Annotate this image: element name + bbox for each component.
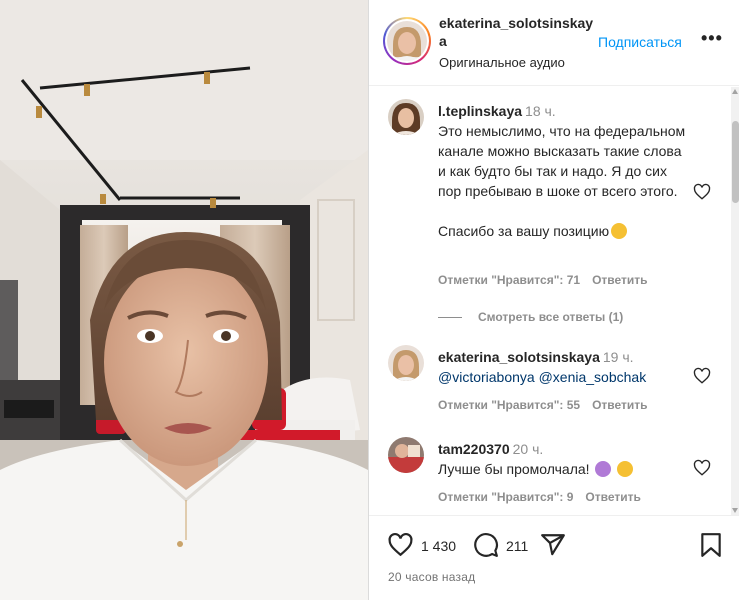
comment-time[interactable]: 20 ч. (513, 441, 544, 457)
comments-scrollbar[interactable] (731, 87, 739, 515)
mention-link[interactable]: @xenia_sobchak (539, 369, 647, 385)
author-username[interactable]: ekaterina_solotsinskaya (439, 14, 599, 50)
comment-likes[interactable]: Отметки "Нравится": 9 (438, 490, 573, 504)
comment-avatar[interactable] (388, 99, 424, 135)
follow-button[interactable]: Подписаться (598, 34, 682, 50)
post-side-panel: ekaterina_solotsinskaya Оригинальное ауд… (368, 0, 739, 600)
post-header: ekaterina_solotsinskaya Оригинальное ауд… (369, 0, 739, 86)
reel-video[interactable] (0, 0, 368, 600)
mention-link[interactable]: @victoriabonya (438, 369, 535, 385)
comments-count[interactable]: 211 (506, 538, 528, 554)
comment-likes[interactable]: Отметки "Нравится": 55 (438, 398, 580, 412)
comment-time[interactable]: 18 ч. (525, 103, 556, 119)
comment-text: Лучше бы промолчала! (438, 461, 590, 477)
reply-button[interactable]: Ответить (585, 490, 640, 504)
comment-username[interactable]: l.teplinskaya (438, 103, 522, 119)
replies-divider (438, 317, 462, 319)
like-comment-heart-icon[interactable] (693, 183, 711, 201)
scroll-up-arrow-icon[interactable] (732, 89, 738, 94)
bookmark-icon[interactable] (700, 532, 722, 558)
more-options-icon[interactable]: ••• (701, 28, 723, 49)
comment-time[interactable]: 19 ч. (603, 349, 634, 365)
comment-likes[interactable]: Отметки "Нравится": 71 (438, 273, 580, 287)
scrollbar-thumb[interactable] (732, 121, 739, 203)
comment-icon[interactable] (473, 532, 499, 558)
like-comment-heart-icon[interactable] (693, 459, 711, 477)
post-timestamp[interactable]: 20 часов назад (388, 570, 475, 584)
comment-avatar[interactable] (388, 437, 424, 473)
comment-username[interactable]: ekaterina_solotsinskaya (438, 349, 600, 365)
scroll-down-arrow-icon[interactable] (732, 508, 738, 513)
tears-of-joy-emoji-icon (617, 461, 634, 477)
like-comment-heart-icon[interactable] (693, 367, 711, 385)
see-all-replies-button[interactable]: Смотреть все ответы (1) (438, 310, 623, 324)
author-avatar[interactable] (383, 17, 431, 65)
comment-avatar[interactable] (388, 345, 424, 381)
share-icon[interactable] (540, 532, 566, 558)
comment-username[interactable]: tam220370 (438, 441, 510, 457)
reply-button[interactable]: Ответить (592, 398, 647, 412)
likes-count[interactable]: 1 430 (421, 538, 456, 554)
woman-facepalming-emoji-icon (595, 461, 612, 477)
original-audio-link[interactable]: Оригинальное аудио (439, 55, 565, 70)
comment-text: Это немыслимо, что на федеральном канале… (438, 123, 686, 239)
heart-icon[interactable] (387, 532, 414, 558)
comments-list[interactable]: l.teplinskaya 18 ч. Это немыслимо, что на… (369, 87, 739, 515)
clapping-hands-emoji-icon (611, 223, 628, 239)
reply-button[interactable]: Ответить (592, 273, 647, 287)
post-actions-bar: 1 430 211 20 часов назад (369, 515, 739, 600)
